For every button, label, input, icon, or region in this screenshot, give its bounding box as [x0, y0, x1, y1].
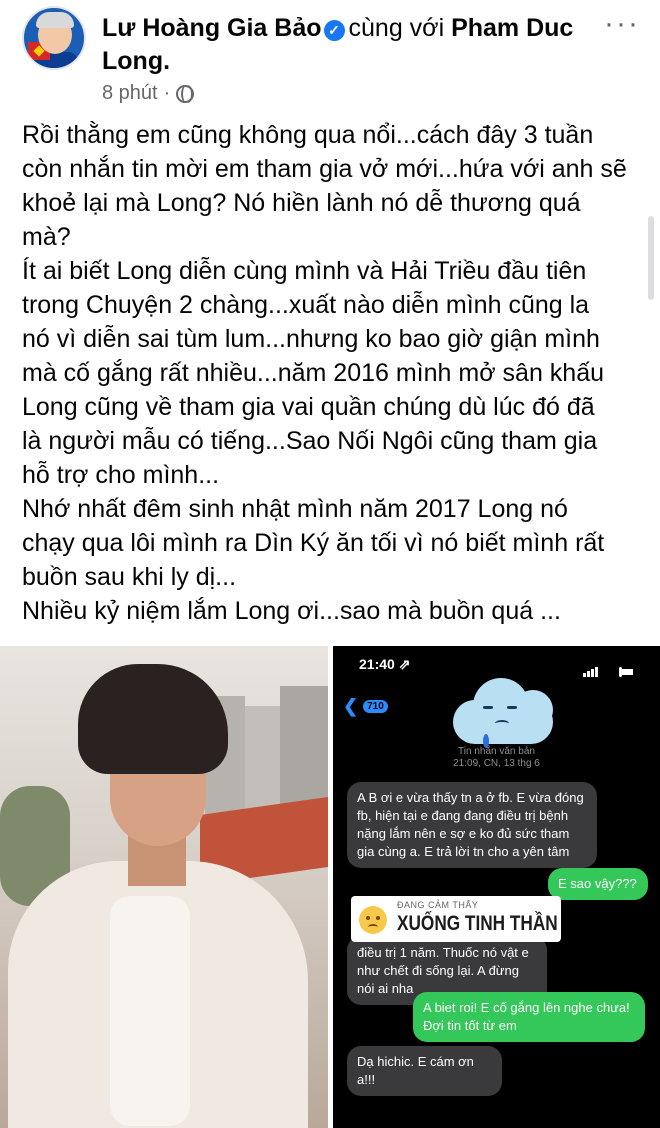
post-meta: 8 phút · [102, 82, 195, 105]
post-time[interactable]: 8 phút [102, 82, 158, 105]
back-button: ❮ 710 [343, 696, 388, 717]
post-text-line: trong Chuyện 2 chàng...xuất nào diễn mìn… [22, 291, 590, 319]
post-text-line: nó vì diễn sai tùm lum...nhưng ko bao gi… [22, 325, 600, 353]
person-inner-shirt [110, 896, 190, 1126]
post-header: Lư Hoàng Gia Bảo ✓ cùng với Pham Duc Long. … [0, 0, 660, 112]
feeling-value: XUỐNG TINH THẦN [397, 912, 558, 935]
back-arrow-icon: ❮ [343, 696, 359, 716]
message-bubble-outgoing: A biet roi! E cố gắng lên nghe chưa! Đợi… [413, 992, 645, 1042]
post-text-line: Long cũng về tham gia vai quần chúng dù … [22, 393, 595, 421]
post-body: Rồi thằng em cũng không qua nổi...cách đ… [22, 118, 642, 628]
phone-status-time: 21:40 ⇗ [359, 656, 411, 672]
message-bubble-outgoing: E sao vậy??? [548, 868, 648, 900]
verified-badge-icon: ✓ [323, 20, 345, 41]
message-meta: Tin nhắn văn bản 21:09, CN, 13 thg 6 [453, 746, 540, 769]
post-text-line: chạy qua lôi mình ra Dìn Ký ăn tối vì nó… [22, 529, 605, 557]
post-text-line: Nhiều kỷ niệm lắm Long ơi...sao mà buồn … [22, 597, 561, 625]
more-options-icon[interactable]: ··· [604, 9, 640, 39]
sad-face-icon [359, 906, 387, 934]
post-text-line: mà cố gắng rất nhiều...năm 2016 mình mở … [22, 359, 605, 387]
post-text-line: Rồi thằng em cũng không qua nổi...cách đ… [22, 121, 594, 149]
author-avatar[interactable] [22, 6, 86, 70]
author-name[interactable]: Lư Hoàng Gia Bảo [102, 14, 322, 42]
post-text-line: buồn sau khi ly dị... [22, 563, 237, 591]
feeling-label: ĐANG CẢM THẤY [397, 900, 479, 910]
scrollbar[interactable] [648, 216, 654, 300]
message-bubble-incoming: A B ơi e vừa thấy tn a ở fb. E vừa đóng … [347, 782, 597, 868]
with-text: cùng với [348, 14, 445, 42]
unread-badge: 710 [363, 700, 388, 713]
battery-icon [619, 667, 634, 677]
meta-separator: · [163, 82, 171, 104]
post-text-line: mà? [22, 223, 71, 251]
photo-grid: 21:40 ⇗ ❮ 710 Tin nhắn văn bản 21:09, CN… [0, 646, 660, 1128]
post-text-line: là người mẫu có tiếng...Sao Nối Ngôi cũn… [22, 427, 598, 455]
post-text-line: hỗ trợ cho mình... [22, 461, 220, 489]
person-hair [78, 664, 228, 774]
globe-icon [176, 84, 195, 103]
post-text-line: còn nhắn tin mời em tham gia vở mới...hứ… [22, 155, 627, 183]
photo-portrait[interactable] [0, 646, 328, 1128]
author-line: Lư Hoàng Gia Bảo ✓ cùng với Pham Duc Long. [102, 12, 602, 78]
signal-battery-icon [583, 659, 639, 677]
post-text-line: Nhớ nhất đêm sinh nhật mình năm 2017 Lon… [22, 495, 568, 523]
crying-cloud-sticker [443, 670, 563, 750]
photo-chat-screenshot[interactable]: 21:40 ⇗ ❮ 710 Tin nhắn văn bản 21:09, CN… [333, 646, 660, 1128]
post-text-line: Ít ai biết Long diễn cùng mình và Hải Tr… [22, 257, 587, 285]
location-icon: ⇗ [398, 656, 411, 672]
avatar-hair [36, 12, 74, 28]
message-bubble-incoming: Dạ hichic. E cám ơn a!!! [347, 1046, 502, 1096]
post-text-line: khoẻ lại mà Long? Nó hiền lành nó dễ thư… [22, 189, 581, 217]
feeling-sticker: ĐANG CẢM THẤY XUỐNG TINH THẦN [351, 896, 561, 942]
